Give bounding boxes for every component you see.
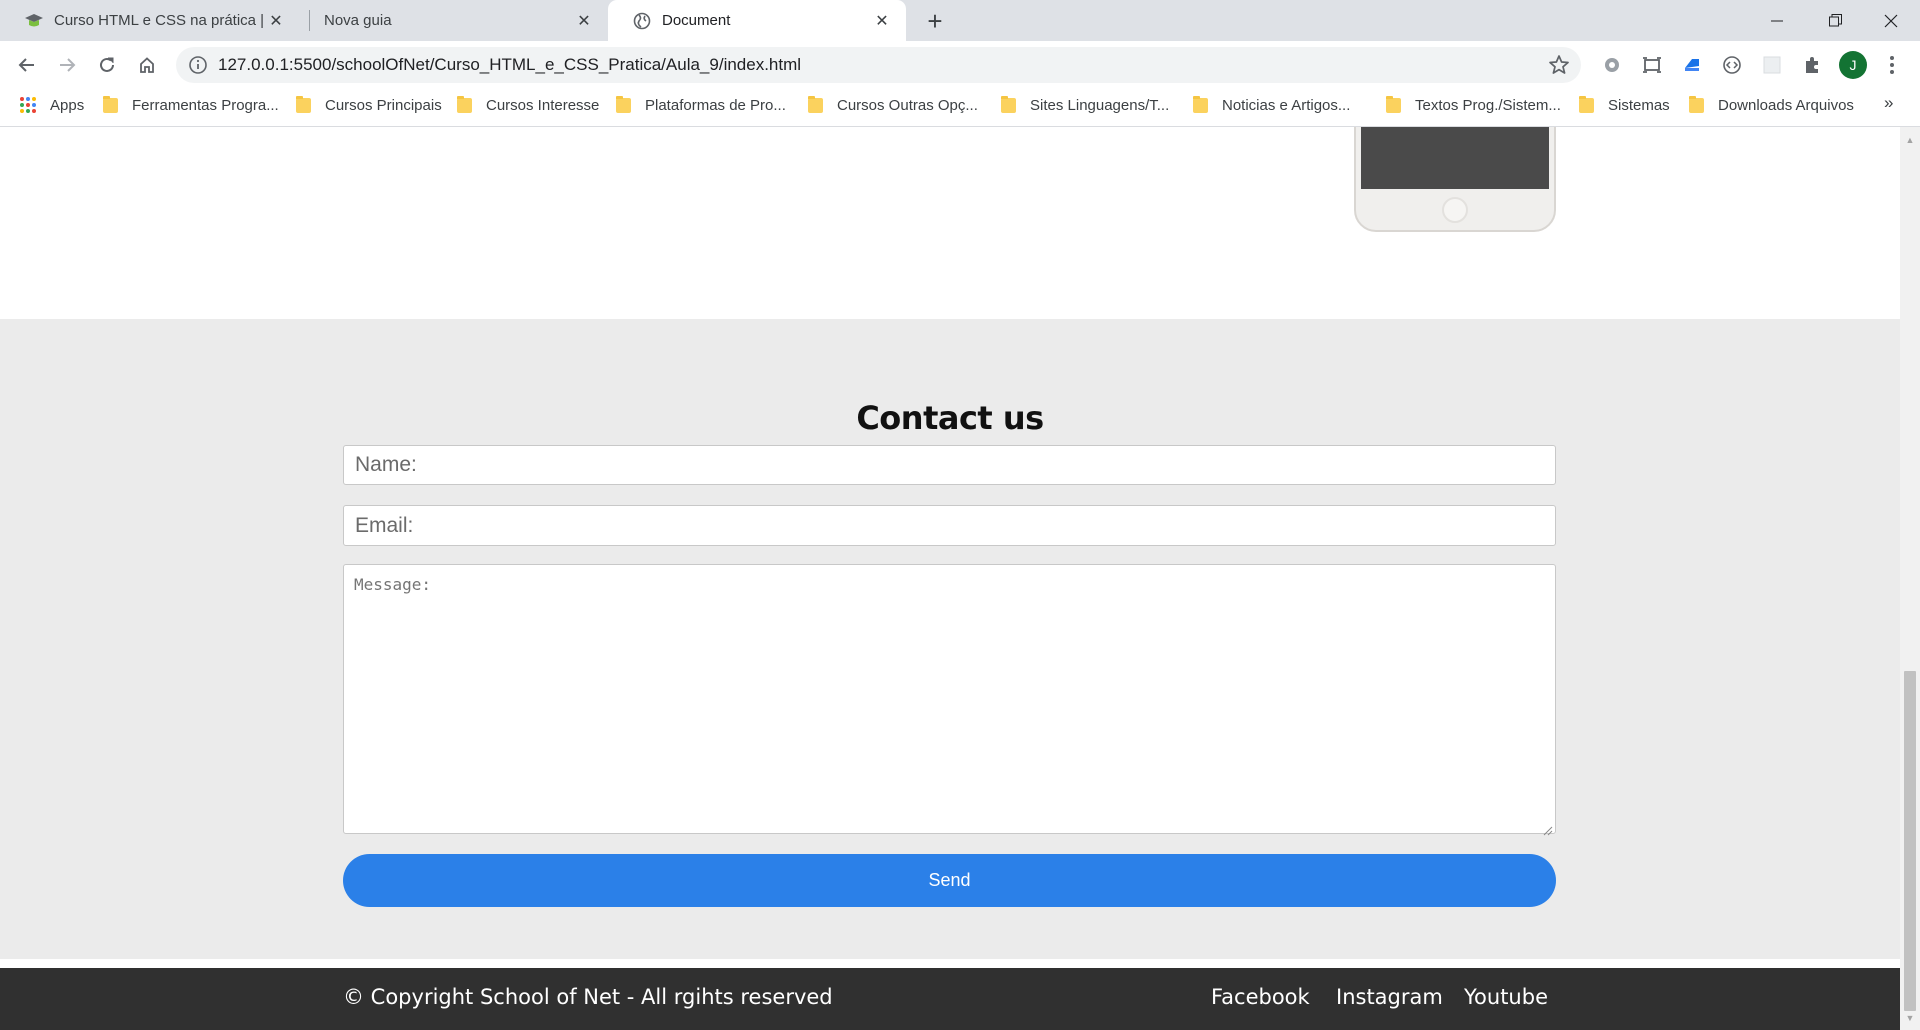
folder-icon xyxy=(1193,95,1208,113)
graduation-cap-icon xyxy=(24,11,44,31)
page-scrollbar[interactable]: ▲ ▼ xyxy=(1900,127,1920,1030)
tab-title: Document xyxy=(662,12,731,29)
info-icon[interactable] xyxy=(188,55,208,75)
puzzle-icon[interactable] xyxy=(1800,53,1824,77)
bookmark-label: Sites Linguagens/T... xyxy=(1030,96,1170,114)
folder-icon xyxy=(103,95,118,113)
restore-icon[interactable] xyxy=(1806,0,1864,41)
bookmark-label: Downloads Arquivos xyxy=(1718,96,1854,114)
bookmark-label: Cursos Outras Opç... xyxy=(837,96,978,114)
contact-title: Contact us xyxy=(856,399,1044,437)
bookmark-label: Textos Prog./Sistem... xyxy=(1415,96,1561,114)
bookmark-label: Plataformas de Pro... xyxy=(645,96,786,114)
bookmark-label: Noticias e Artigos... xyxy=(1222,96,1351,114)
reload-icon[interactable] xyxy=(91,49,123,81)
close-icon[interactable]: ✕ xyxy=(572,9,596,33)
name-input[interactable]: Name: xyxy=(343,445,1556,485)
bookmark-folder[interactable]: Downloads Arquivos xyxy=(1689,89,1854,121)
instagram-link[interactable]: Instagram xyxy=(1336,985,1443,1009)
facebook-link[interactable]: Facebook xyxy=(1211,985,1310,1009)
new-tab-button[interactable]: + xyxy=(920,6,950,36)
menu-kebab-icon[interactable] xyxy=(1880,53,1904,77)
phone-home-button xyxy=(1442,197,1468,223)
folder-icon xyxy=(1689,95,1704,113)
minimize-icon[interactable] xyxy=(1748,0,1806,41)
url-text: 127.0.0.1:5500/schoolOfNet/Curso_HTML_e_… xyxy=(218,55,802,74)
folder-icon xyxy=(296,95,311,113)
bookmark-folder[interactable]: Cursos Outras Opç... xyxy=(808,89,978,121)
close-icon[interactable]: ✕ xyxy=(870,9,894,33)
bookmark-label: Apps xyxy=(50,96,85,114)
hero-section xyxy=(0,127,1900,319)
name-placeholder: Name: xyxy=(355,453,417,476)
email-input[interactable]: Email: xyxy=(343,505,1556,546)
resize-handle-icon[interactable] xyxy=(1543,821,1553,836)
forward-icon[interactable] xyxy=(51,49,83,81)
bookmark-folder[interactable]: Plataformas de Pro... xyxy=(616,89,786,121)
phone-screen xyxy=(1361,127,1549,189)
bookmarks-bar: Apps Ferramentas Progra... Cursos Princi… xyxy=(0,89,1920,127)
browser-toolbar: 127.0.0.1:5500/schoolOfNet/Curso_HTML_e_… xyxy=(0,41,1920,89)
profile-avatar[interactable]: J xyxy=(1839,51,1867,79)
close-window-icon[interactable] xyxy=(1862,0,1920,41)
page-viewport: Contact us Name: Email: Message: Send © … xyxy=(0,127,1900,1030)
bookmark-star-icon[interactable] xyxy=(1547,53,1571,77)
youtube-link[interactable]: Youtube xyxy=(1464,985,1548,1009)
home-icon[interactable] xyxy=(131,49,163,81)
code-extension-icon[interactable] xyxy=(1720,53,1744,77)
bookmark-label: Ferramentas Progra... xyxy=(132,96,279,114)
globe-icon xyxy=(632,11,652,31)
extension-gear-icon[interactable] xyxy=(1600,53,1624,77)
tab-course[interactable]: Curso HTML e CSS na prática | Al ✕ xyxy=(0,0,300,41)
copyright-text: © Copyright School of Net - All rgihts r… xyxy=(343,985,833,1009)
message-textarea[interactable]: Message: xyxy=(343,564,1556,836)
bookmark-apps[interactable]: Apps xyxy=(20,89,84,121)
drive-extension-icon[interactable] xyxy=(1680,53,1704,77)
scrollbar-thumb[interactable] xyxy=(1904,671,1916,1011)
send-button[interactable]: Send xyxy=(343,854,1556,907)
bookmark-folder[interactable]: Cursos Principais xyxy=(296,89,442,121)
screenshot-extension-icon[interactable] xyxy=(1640,53,1664,77)
folder-icon xyxy=(457,95,472,113)
close-icon[interactable]: ✕ xyxy=(264,9,288,33)
folder-icon xyxy=(1386,95,1401,113)
email-placeholder: Email: xyxy=(355,513,414,537)
bookmarks-overflow-button[interactable]: » xyxy=(1884,93,1893,113)
bookmark-folder[interactable]: Textos Prog./Sistem... xyxy=(1386,89,1561,121)
tab-title: Nova guia xyxy=(324,12,392,29)
address-bar[interactable]: 127.0.0.1:5500/schoolOfNet/Curso_HTML_e_… xyxy=(176,47,1581,83)
bookmark-label: Cursos Principais xyxy=(325,96,442,114)
bookmark-folder[interactable]: Sistemas xyxy=(1579,89,1670,121)
tab-document[interactable]: Document ✕ xyxy=(608,0,906,41)
tab-new[interactable]: Nova guia ✕ xyxy=(300,0,608,41)
bookmark-folder[interactable]: Ferramentas Progra... xyxy=(103,89,279,121)
folder-icon xyxy=(1579,95,1594,113)
bookmark-folder[interactable]: Noticias e Artigos... xyxy=(1193,89,1350,121)
phone-image xyxy=(1354,127,1556,232)
folder-icon xyxy=(616,95,631,113)
folder-icon xyxy=(808,95,823,113)
bookmark-label: Cursos Interesse xyxy=(486,96,600,114)
apps-grid-icon xyxy=(20,97,36,113)
bookmark-folder[interactable]: Cursos Interesse xyxy=(457,89,599,121)
folder-icon xyxy=(1001,95,1016,113)
back-icon[interactable] xyxy=(11,49,43,81)
scroll-up-icon[interactable]: ▲ xyxy=(1905,135,1915,145)
message-placeholder: Message: xyxy=(354,575,432,594)
bookmark-label: Sistemas xyxy=(1608,96,1670,114)
scroll-down-icon[interactable]: ▼ xyxy=(1905,1013,1915,1023)
tab-strip: Curso HTML e CSS na prática | Al ✕ Nova … xyxy=(0,0,1920,41)
blank-extension-icon[interactable] xyxy=(1760,53,1784,77)
contact-section: Contact us Name: Email: Message: Send xyxy=(0,319,1900,959)
tab-title: Curso HTML e CSS na prática | Al xyxy=(54,12,264,29)
footer: © Copyright School of Net - All rgihts r… xyxy=(0,968,1900,1030)
bookmark-folder[interactable]: Sites Linguagens/T... xyxy=(1001,89,1169,121)
